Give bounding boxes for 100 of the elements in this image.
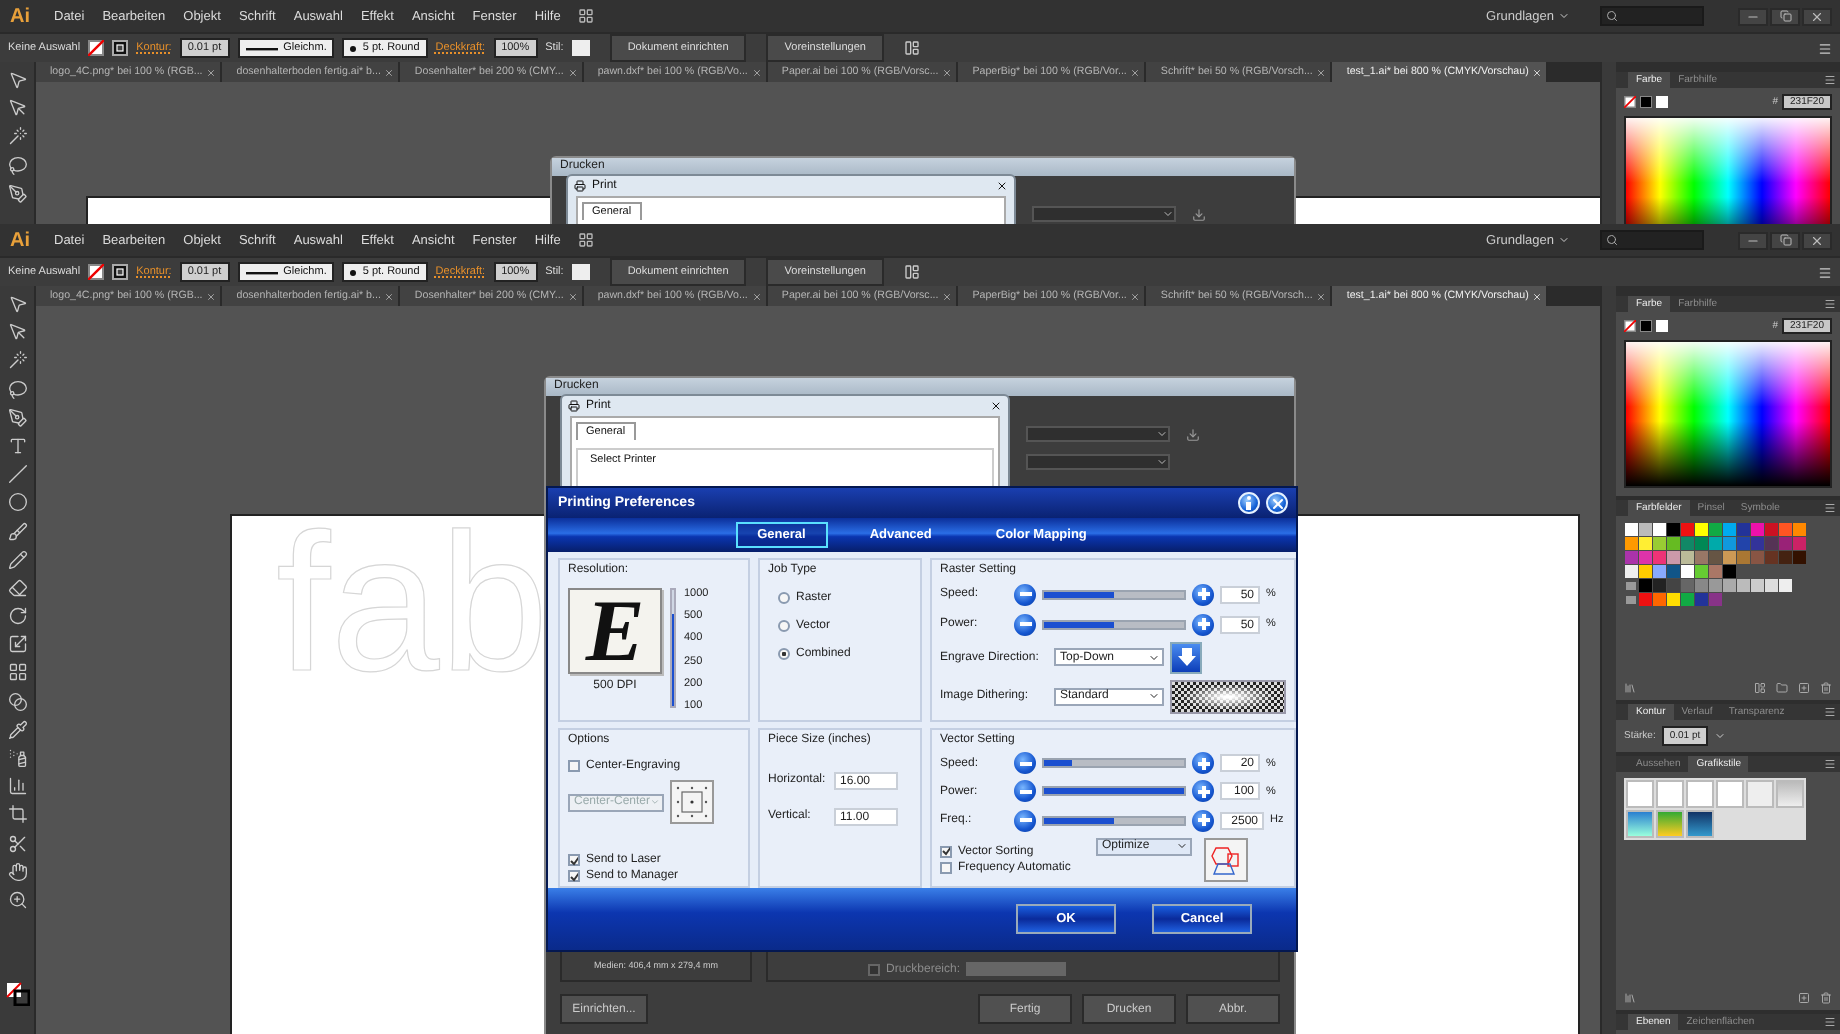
plus-button[interactable] xyxy=(1192,752,1214,775)
search-field[interactable] xyxy=(1600,230,1704,250)
slider[interactable] xyxy=(1042,815,1186,826)
panel-menu-icon[interactable] xyxy=(1818,41,1832,55)
arrange-icon[interactable] xyxy=(578,232,595,248)
minimize-button[interactable] xyxy=(1738,231,1768,249)
stroke-swatch-icon[interactable] xyxy=(112,40,129,56)
panel-menu-icon[interactable] xyxy=(1824,706,1836,718)
radio-button[interactable] xyxy=(778,620,790,632)
selection-icon[interactable] xyxy=(7,294,27,314)
library-icon[interactable] xyxy=(1624,682,1636,694)
fill-stroke-icon[interactable] xyxy=(5,982,29,1006)
checkbox[interactable] xyxy=(568,870,580,882)
graphic-style-grid[interactable] xyxy=(1624,778,1806,840)
plus-button[interactable] xyxy=(1192,583,1214,605)
radio-button[interactable] xyxy=(778,648,790,660)
radio-button[interactable] xyxy=(778,592,790,604)
restore-button[interactable] xyxy=(1770,231,1800,249)
panel-menu-icon[interactable] xyxy=(1824,502,1836,514)
style-swatch-icon[interactable] xyxy=(571,40,590,56)
no-fill-icon[interactable] xyxy=(88,264,105,280)
alignment-button[interactable] xyxy=(670,780,714,824)
zoom-icon[interactable] xyxy=(7,889,27,910)
library-icon[interactable] xyxy=(1624,992,1636,1004)
checkbox[interactable] xyxy=(940,845,952,858)
selection-icon[interactable] xyxy=(7,70,27,90)
resolution-slider[interactable] xyxy=(670,588,676,708)
lasso-icon[interactable] xyxy=(7,155,27,176)
minus-button[interactable] xyxy=(1014,613,1036,635)
plus-button[interactable] xyxy=(1192,613,1214,635)
pencil-icon[interactable] xyxy=(7,549,27,570)
plus-button[interactable] xyxy=(1192,809,1214,832)
panel-menu-icon[interactable] xyxy=(1824,758,1836,770)
rotate-icon[interactable] xyxy=(7,606,27,627)
direct-selection-icon[interactable] xyxy=(7,322,27,343)
arrow-down-button[interactable] xyxy=(1170,641,1202,673)
lasso-icon[interactable] xyxy=(7,379,27,400)
arrange-icon[interactable] xyxy=(903,40,920,56)
panel-menu-icon[interactable] xyxy=(1824,298,1836,310)
wand-icon[interactable] xyxy=(7,126,27,147)
type-icon[interactable] xyxy=(7,435,27,456)
none-swatch-icon[interactable] xyxy=(1624,320,1636,332)
minus-button[interactable] xyxy=(1014,809,1036,832)
arrange-icon[interactable] xyxy=(578,8,595,24)
stroke-swatch-icon[interactable] xyxy=(112,264,129,280)
slider[interactable] xyxy=(1042,589,1186,599)
sorting-button[interactable] xyxy=(1204,837,1248,882)
download-icon[interactable] xyxy=(1192,207,1206,221)
checkbox[interactable] xyxy=(568,854,580,866)
scale-icon[interactable] xyxy=(7,634,27,655)
color-spectrum[interactable] xyxy=(1624,340,1832,488)
ellipse-icon[interactable] xyxy=(7,492,27,513)
artboard-icon[interactable] xyxy=(7,804,27,825)
caret-icon[interactable] xyxy=(1714,730,1727,742)
restore-button[interactable] xyxy=(1770,7,1800,25)
minimize-button[interactable] xyxy=(1738,7,1768,25)
arrange-icon[interactable] xyxy=(903,264,920,280)
brush-icon[interactable] xyxy=(7,521,27,541)
swatch-grid[interactable] xyxy=(1624,522,1810,608)
direct-selection-icon[interactable] xyxy=(7,98,27,119)
slider[interactable] xyxy=(1042,758,1186,769)
style-swatch-icon[interactable] xyxy=(571,264,590,280)
panel-menu-icon[interactable] xyxy=(1824,74,1836,86)
new-style-icon[interactable] xyxy=(1798,992,1810,1004)
new-swatch-icon[interactable] xyxy=(1798,682,1810,694)
minus-button[interactable] xyxy=(1014,752,1036,775)
folder-icon[interactable] xyxy=(1776,682,1788,694)
pen-icon[interactable] xyxy=(7,407,27,428)
close-icon[interactable] xyxy=(996,180,1008,192)
pen-icon[interactable] xyxy=(7,183,27,204)
no-fill-icon[interactable] xyxy=(88,40,105,56)
checkbox[interactable] xyxy=(940,861,952,874)
solid-swatch-icon[interactable] xyxy=(1640,320,1652,332)
hand-icon[interactable] xyxy=(7,861,27,882)
blend-icon[interactable] xyxy=(7,691,27,712)
solid-swatch-icon[interactable] xyxy=(1640,96,1652,108)
trash-icon[interactable] xyxy=(1820,682,1832,694)
swatch-options-icon[interactable] xyxy=(1754,682,1766,694)
minus-button[interactable] xyxy=(1014,780,1036,803)
line-icon[interactable] xyxy=(7,464,27,485)
search-field[interactable] xyxy=(1600,6,1704,26)
eyedropper-icon[interactable] xyxy=(7,719,27,740)
info-button[interactable] xyxy=(1238,492,1260,514)
minus-button[interactable] xyxy=(1014,583,1036,605)
blank-swatch-icon[interactable] xyxy=(1656,320,1668,332)
download-icon[interactable] xyxy=(1186,427,1200,441)
close-button[interactable] xyxy=(1802,7,1832,25)
color-spectrum[interactable] xyxy=(1624,116,1832,224)
checkbox[interactable] xyxy=(568,760,580,772)
none-swatch-icon[interactable] xyxy=(1624,96,1636,108)
blank-swatch-icon[interactable] xyxy=(1656,96,1668,108)
slider[interactable] xyxy=(1042,619,1186,629)
scissors-icon[interactable] xyxy=(7,833,27,854)
trash-icon[interactable] xyxy=(1820,992,1832,1004)
close-icon[interactable] xyxy=(990,400,1002,412)
close-button[interactable] xyxy=(1802,231,1832,249)
mesh-icon[interactable] xyxy=(7,662,27,683)
chart-icon[interactable] xyxy=(7,776,27,797)
panel-menu-icon[interactable] xyxy=(1818,265,1832,279)
plus-button[interactable] xyxy=(1192,780,1214,803)
